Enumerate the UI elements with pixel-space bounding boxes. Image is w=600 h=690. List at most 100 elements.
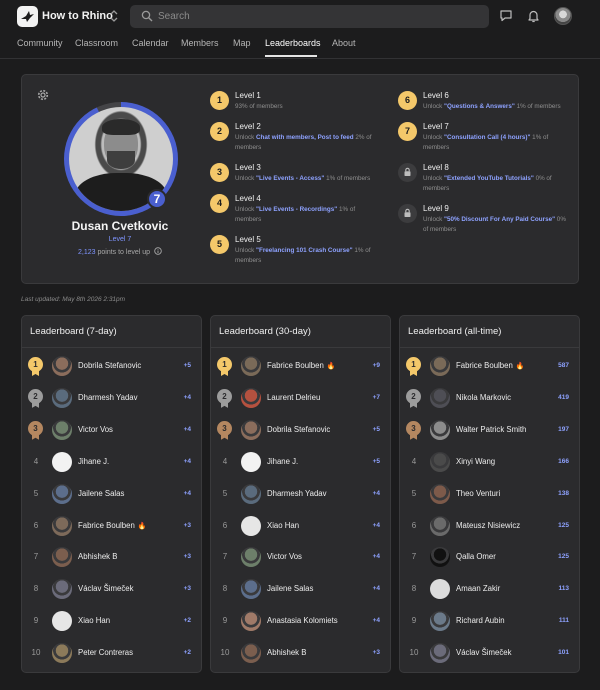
member-avatar[interactable] <box>52 643 72 664</box>
gear-icon[interactable] <box>37 89 49 101</box>
tab-classroom[interactable]: Classroom <box>75 38 118 48</box>
member-name[interactable]: Václav Šimeček <box>456 648 511 657</box>
member-name[interactable]: Amaan Zakir <box>456 584 500 593</box>
member-avatar[interactable] <box>430 547 450 568</box>
member-name[interactable]: Fabrice Boulben 🔥 <box>78 521 147 530</box>
level-unlock-reward[interactable]: "Extended YouTube Tutorials" <box>444 175 534 182</box>
member-name[interactable]: Richard Aubin <box>456 616 505 625</box>
member-name[interactable]: Jailene Salas <box>78 489 124 498</box>
member-avatar[interactable] <box>430 483 450 504</box>
leaderboard-row[interactable]: 9 Richard Aubin 111 <box>400 609 579 633</box>
leaderboard-row[interactable]: 3 Walter Patrick Smith 197 <box>400 418 579 442</box>
leaderboard-row[interactable]: 2 Nikola Markovic 419 <box>400 386 579 410</box>
tab-map[interactable]: Map <box>233 38 251 48</box>
leaderboard-row[interactable]: 6 Xiao Han +4 <box>211 514 390 538</box>
member-avatar[interactable] <box>430 387 450 408</box>
leaderboard-row[interactable]: 10 Peter Contreras +2 <box>22 641 201 665</box>
member-name[interactable]: Fabrice Boulben 🔥 <box>267 361 336 370</box>
leaderboard-row[interactable]: 5 Theo Venturi 138 <box>400 482 579 506</box>
member-avatar[interactable] <box>52 451 72 472</box>
level-unlock-reward[interactable]: "Live Events - Recordings" <box>256 206 337 213</box>
member-name[interactable]: Václav Šimeček <box>78 584 133 593</box>
tab-members[interactable]: Members <box>181 38 219 48</box>
leaderboard-row[interactable]: 6 Mateusz Nisiewicz 125 <box>400 514 579 538</box>
bell-icon[interactable] <box>527 9 540 23</box>
leaderboard-row[interactable]: 3 Dobrila Stefanovic +5 <box>211 418 390 442</box>
leaderboard-row[interactable]: 2 Dharmesh Yadav +4 <box>22 386 201 410</box>
leaderboard-row[interactable]: 8 Amaan Zakir 113 <box>400 577 579 601</box>
member-name[interactable]: Xiao Han <box>267 521 299 530</box>
member-avatar[interactable] <box>241 515 261 536</box>
leaderboard-row[interactable]: 6 Fabrice Boulben 🔥 +3 <box>22 514 201 538</box>
member-name[interactable]: Dobrila Stefanovic <box>267 425 330 434</box>
chevron-up-down-icon[interactable] <box>109 9 119 25</box>
member-avatar[interactable] <box>241 419 261 440</box>
member-avatar[interactable] <box>241 579 261 600</box>
leaderboard-row[interactable]: 1 Fabrice Boulben 🔥 +9 <box>211 354 390 378</box>
member-avatar[interactable] <box>430 515 450 536</box>
level-unlock-reward[interactable]: "Questions & Answers" <box>444 103 515 110</box>
leaderboard-row[interactable]: 8 Václav Šimeček +3 <box>22 577 201 601</box>
member-avatar[interactable] <box>241 483 261 504</box>
tab-community[interactable]: Community <box>17 38 63 48</box>
leaderboard-row[interactable]: 2 Laurent Delrieu +7 <box>211 386 390 410</box>
member-avatar[interactable] <box>430 643 450 664</box>
member-name[interactable]: Dharmesh Yadav <box>267 489 327 498</box>
member-name[interactable]: Jailene Salas <box>267 584 313 593</box>
leaderboard-row[interactable]: 1 Dobrila Stefanovic +5 <box>22 354 201 378</box>
tab-about[interactable]: About <box>332 38 356 48</box>
member-name[interactable]: Jihane J. <box>267 457 298 466</box>
level-unlock-reward[interactable]: Chat with members, Post to feed <box>256 134 354 141</box>
member-avatar[interactable] <box>52 419 72 440</box>
member-avatar[interactable] <box>430 419 450 440</box>
member-avatar[interactable] <box>52 515 72 536</box>
member-name[interactable]: Dobrila Stefanovic <box>78 361 141 370</box>
member-name[interactable]: Peter Contreras <box>78 648 133 657</box>
app-title[interactable]: How to Rhino <box>42 10 113 22</box>
leaderboard-row[interactable]: 10 Václav Šimeček 101 <box>400 641 579 665</box>
member-avatar[interactable] <box>52 547 72 568</box>
member-avatar[interactable] <box>430 356 450 376</box>
leaderboard-row[interactable]: 7 Qalla Omer 125 <box>400 545 579 569</box>
leaderboard-row[interactable]: 4 Jihane J. +4 <box>22 450 201 474</box>
member-name[interactable]: Qalla Omer <box>456 552 496 561</box>
member-name[interactable]: Mateusz Nisiewicz <box>456 521 520 530</box>
user-avatar[interactable] <box>554 7 572 25</box>
member-avatar[interactable] <box>430 579 450 600</box>
member-name[interactable]: Laurent Delrieu <box>267 393 320 402</box>
level-unlock-reward[interactable]: "Consultation Call (4 hours)" <box>444 134 530 141</box>
member-name[interactable]: Jihane J. <box>78 457 109 466</box>
leaderboard-row[interactable]: 9 Anastasia Kolomiets +4 <box>211 609 390 633</box>
member-avatar[interactable] <box>241 451 261 472</box>
leaderboard-row[interactable]: 9 Xiao Han +2 <box>22 609 201 633</box>
member-avatar[interactable] <box>430 451 450 472</box>
member-name[interactable]: Anastasia Kolomiets <box>267 616 338 625</box>
leaderboard-row[interactable]: 7 Abhishek B +3 <box>22 545 201 569</box>
level-unlock-reward[interactable]: "Freelancing 101 Crash Course" <box>256 247 353 254</box>
member-name[interactable]: Walter Patrick Smith <box>456 425 526 434</box>
member-avatar[interactable] <box>241 611 261 632</box>
leaderboard-row[interactable]: 5 Dharmesh Yadav +4 <box>211 482 390 506</box>
leaderboard-row[interactable]: 5 Jailene Salas +4 <box>22 482 201 506</box>
member-name[interactable]: Victor Vos <box>267 552 302 561</box>
member-avatar[interactable] <box>241 643 261 664</box>
search-bar[interactable] <box>130 5 489 28</box>
member-name[interactable]: Nikola Markovic <box>456 393 511 402</box>
tab-leaderboards[interactable]: Leaderboards <box>265 38 321 48</box>
tab-calendar[interactable]: Calendar <box>132 38 169 48</box>
search-input[interactable] <box>158 5 478 28</box>
level-unlock-reward[interactable]: "Live Events - Access" <box>256 175 324 182</box>
leaderboard-row[interactable]: 7 Victor Vos +4 <box>211 545 390 569</box>
leaderboard-row[interactable]: 1 Fabrice Boulben 🔥 587 <box>400 354 579 378</box>
leaderboard-row[interactable]: 4 Jihane J. +5 <box>211 450 390 474</box>
info-circle-icon[interactable] <box>154 247 162 255</box>
member-avatar[interactable] <box>241 387 261 408</box>
member-name[interactable]: Xiao Han <box>78 616 110 625</box>
member-avatar[interactable] <box>52 387 72 408</box>
member-name[interactable]: Abhishek B <box>267 648 306 657</box>
member-avatar[interactable] <box>52 483 72 504</box>
member-avatar[interactable] <box>430 611 450 632</box>
member-name[interactable]: Xinyi Wang <box>456 457 495 466</box>
leaderboard-row[interactable]: 8 Jailene Salas +4 <box>211 577 390 601</box>
member-avatar[interactable] <box>241 356 261 376</box>
